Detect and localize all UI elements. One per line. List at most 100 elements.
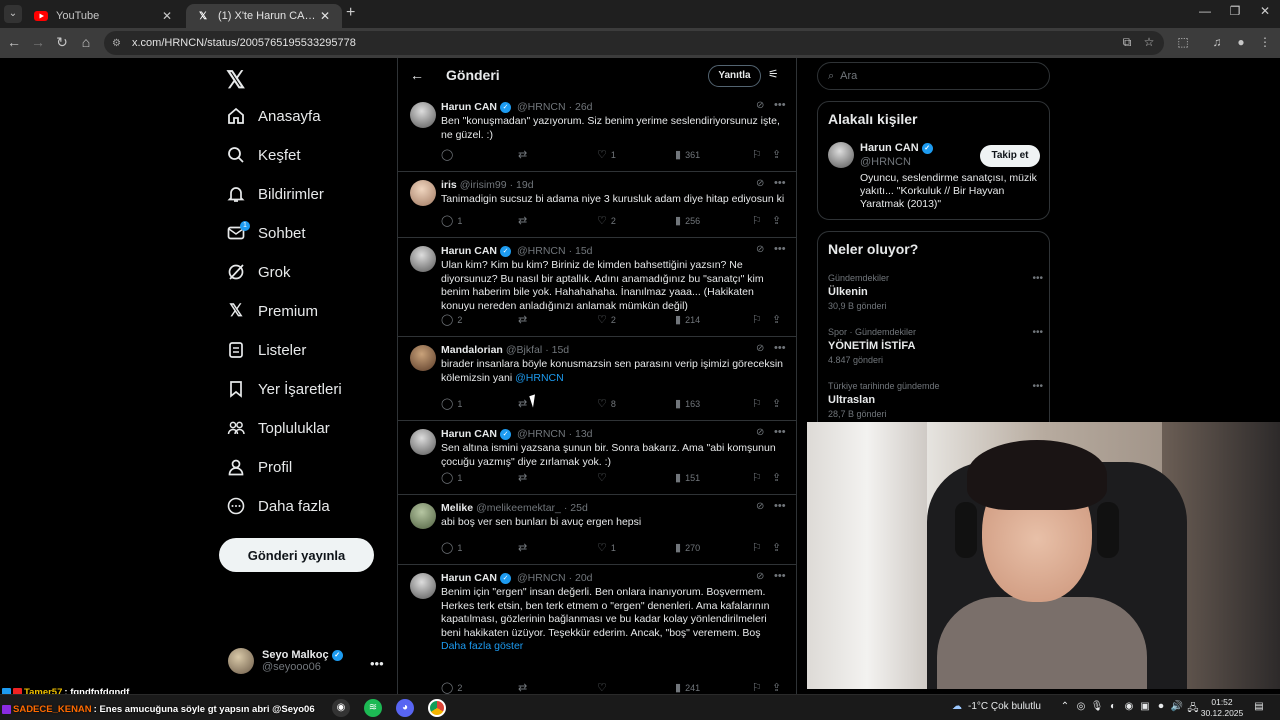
share-button[interactable]: ⇪: [772, 541, 785, 554]
tweet[interactable]: Harun CAN ✓ @HRNCN · 15d ⊘ ••• Ulan kim? Kim b…: [398, 238, 796, 337]
trend-item[interactable]: Gündemdekiler Ülkenin 30,9 B gönderi •••: [828, 273, 1043, 311]
repost-button[interactable]: ⇄: [518, 148, 531, 161]
bookmark-button[interactable]: ⚐: [752, 471, 766, 484]
tweet-mention[interactable]: @HRNCN: [515, 372, 564, 384]
nav-item-chat[interactable]: 1 Sohbet: [226, 218, 306, 248]
weather-widget[interactable]: ☁ -1°C Çok bulutlu: [952, 701, 1041, 712]
share-button[interactable]: ⇪: [772, 681, 785, 694]
tweet-author-handle[interactable]: @HRNCN: [517, 245, 566, 257]
grok-icon[interactable]: ⊘: [756, 244, 764, 255]
close-icon[interactable]: ✕: [318, 9, 332, 23]
bookmark-star-icon[interactable]: ☆: [1140, 35, 1158, 49]
reply-button[interactable]: ◯ 1: [441, 214, 462, 227]
avatar[interactable]: [410, 503, 436, 529]
tweet-author-handle[interactable]: @Bjkfal: [506, 344, 542, 356]
nav-item-more[interactable]: Daha fazla: [226, 491, 330, 521]
record-icon[interactable]: ⏺: [1154, 701, 1168, 712]
profile-avatar-icon[interactable]: ●: [1232, 35, 1250, 49]
avatar[interactable]: [410, 102, 436, 128]
spotify-icon[interactable]: ≋: [364, 699, 382, 717]
close-icon[interactable]: ✕: [160, 9, 174, 23]
views-button[interactable]: ▮ 214: [675, 313, 700, 326]
microphone-icon[interactable]: 🎙: [1090, 701, 1104, 712]
nav-item-home[interactable]: Anasayfa: [226, 101, 321, 131]
follow-button[interactable]: Takip et: [980, 145, 1040, 167]
tweet[interactable]: iris @irisim99 · 19d ⊘ ••• Tanimadigin sucsuz…: [398, 172, 796, 238]
grok-icon[interactable]: ⊘: [756, 178, 764, 189]
tweet-author-name[interactable]: iris: [441, 179, 457, 191]
tweet-time[interactable]: · 20d: [569, 572, 593, 584]
tweet[interactable]: Mandalorian @Bjkfal · 15d ⊘ ••• birader insan…: [398, 337, 796, 421]
filter-settings-icon[interactable]: ⚟: [768, 67, 779, 81]
views-button[interactable]: ▮ 241: [675, 681, 700, 694]
media-icon[interactable]: ♫: [1208, 35, 1226, 49]
restore-button[interactable]: ❐: [1220, 4, 1250, 18]
avatar[interactable]: [828, 142, 854, 168]
views-button[interactable]: ▮ 270: [675, 541, 700, 554]
more-dots-icon[interactable]: •••: [1032, 327, 1043, 338]
more-dots-icon[interactable]: •••: [774, 99, 786, 111]
tweet-time[interactable]: · 15d: [545, 344, 569, 356]
nav-item-premium[interactable]: 𝕏 Premium: [226, 296, 318, 326]
tweet-time[interactable]: · 26d: [569, 101, 593, 113]
share-button[interactable]: ⇪: [772, 313, 785, 326]
more-dots-icon[interactable]: •••: [774, 500, 786, 512]
tweet-author-name[interactable]: Harun CAN: [441, 428, 497, 440]
more-dots-icon[interactable]: •••: [370, 656, 384, 671]
reply-filter-button[interactable]: Yanıtla: [708, 65, 761, 87]
share-button[interactable]: ⇪: [772, 471, 785, 484]
grok-icon[interactable]: ⊘: [756, 427, 764, 438]
nav-item-profile[interactable]: Profil: [226, 452, 292, 482]
more-dots-icon[interactable]: •••: [774, 342, 786, 354]
grok-icon[interactable]: ⊘: [756, 501, 764, 512]
avatar[interactable]: [410, 180, 436, 206]
minimize-button[interactable]: —: [1190, 4, 1220, 18]
avatar[interactable]: [410, 246, 436, 272]
post-button[interactable]: Gönderi yayınla: [219, 538, 374, 572]
reply-button[interactable]: ◯ 1: [441, 471, 462, 484]
trend-item[interactable]: Spor · Gündemdekiler YÖNETİM İSTİFA 4.84…: [828, 327, 1043, 365]
reply-button[interactable]: ◯ 2: [441, 681, 462, 694]
notification-icon[interactable]: ▤: [1252, 701, 1266, 712]
grok-icon[interactable]: ⊘: [756, 571, 764, 582]
grok-icon[interactable]: ⊘: [756, 343, 764, 354]
nav-item-communities[interactable]: Topluluklar: [226, 413, 330, 443]
search-input[interactable]: ⌕ Ara: [817, 62, 1050, 90]
more-dots-icon[interactable]: •••: [774, 177, 786, 189]
back-arrow-icon[interactable]: ←: [410, 67, 424, 83]
tweet-time[interactable]: · 19d: [510, 179, 534, 191]
reply-button[interactable]: ◯: [441, 148, 457, 161]
nav-item-bookmarks[interactable]: Yer İşaretleri: [226, 374, 342, 404]
related-name[interactable]: Harun CAN: [860, 142, 919, 154]
views-button[interactable]: ▮ 256: [675, 214, 700, 227]
nav-item-grok[interactable]: Grok: [226, 257, 291, 287]
like-button[interactable]: ♡: [597, 471, 611, 484]
nav-item-notifications[interactable]: Bildirimler: [226, 179, 324, 209]
window-close-button[interactable]: ✕: [1250, 4, 1280, 18]
views-button[interactable]: ▮ 361: [675, 148, 700, 161]
views-button[interactable]: ▮ 163: [675, 397, 700, 410]
browser-tab-youtube[interactable]: YouTube ✕: [24, 4, 184, 28]
share-button[interactable]: ⇪: [772, 397, 785, 410]
tweet-author-name[interactable]: Harun CAN: [441, 572, 497, 584]
repost-button[interactable]: ⇄: [518, 471, 531, 484]
network-icon[interactable]: 🖧: [1186, 701, 1200, 718]
grok-icon[interactable]: ⊘: [756, 100, 764, 111]
tab-search-button[interactable]: ⌄: [4, 5, 22, 23]
bookmark-button[interactable]: ⚐: [752, 681, 766, 694]
site-info-icon[interactable]: ⚙: [112, 38, 126, 49]
bookmark-button[interactable]: ⚐: [752, 214, 766, 227]
like-button[interactable]: ♡ 1: [597, 541, 616, 554]
reload-icon[interactable]: ↻: [52, 34, 72, 51]
show-more-link[interactable]: Daha fazla göster: [441, 640, 523, 652]
like-button[interactable]: ♡ 1: [597, 148, 616, 161]
tweet[interactable]: Harun CAN ✓ @HRNCN · 13d ⊘ ••• Sen altına ismi…: [398, 421, 796, 495]
bookmark-button[interactable]: ⚐: [752, 313, 766, 326]
like-button[interactable]: ♡ 2: [597, 214, 616, 227]
account-switcher[interactable]: Seyo Malkoç ✓ @seyooo06: [228, 648, 346, 674]
extensions-icon[interactable]: ⬚: [1174, 35, 1192, 49]
more-dots-icon[interactable]: •••: [774, 426, 786, 438]
address-bar[interactable]: ⚙ x.com/HRNCN/status/2005765195533295778: [104, 31, 1164, 55]
clock[interactable]: 01:52 30.12.2025: [1200, 697, 1244, 719]
reply-button[interactable]: ◯ 1: [441, 397, 462, 410]
